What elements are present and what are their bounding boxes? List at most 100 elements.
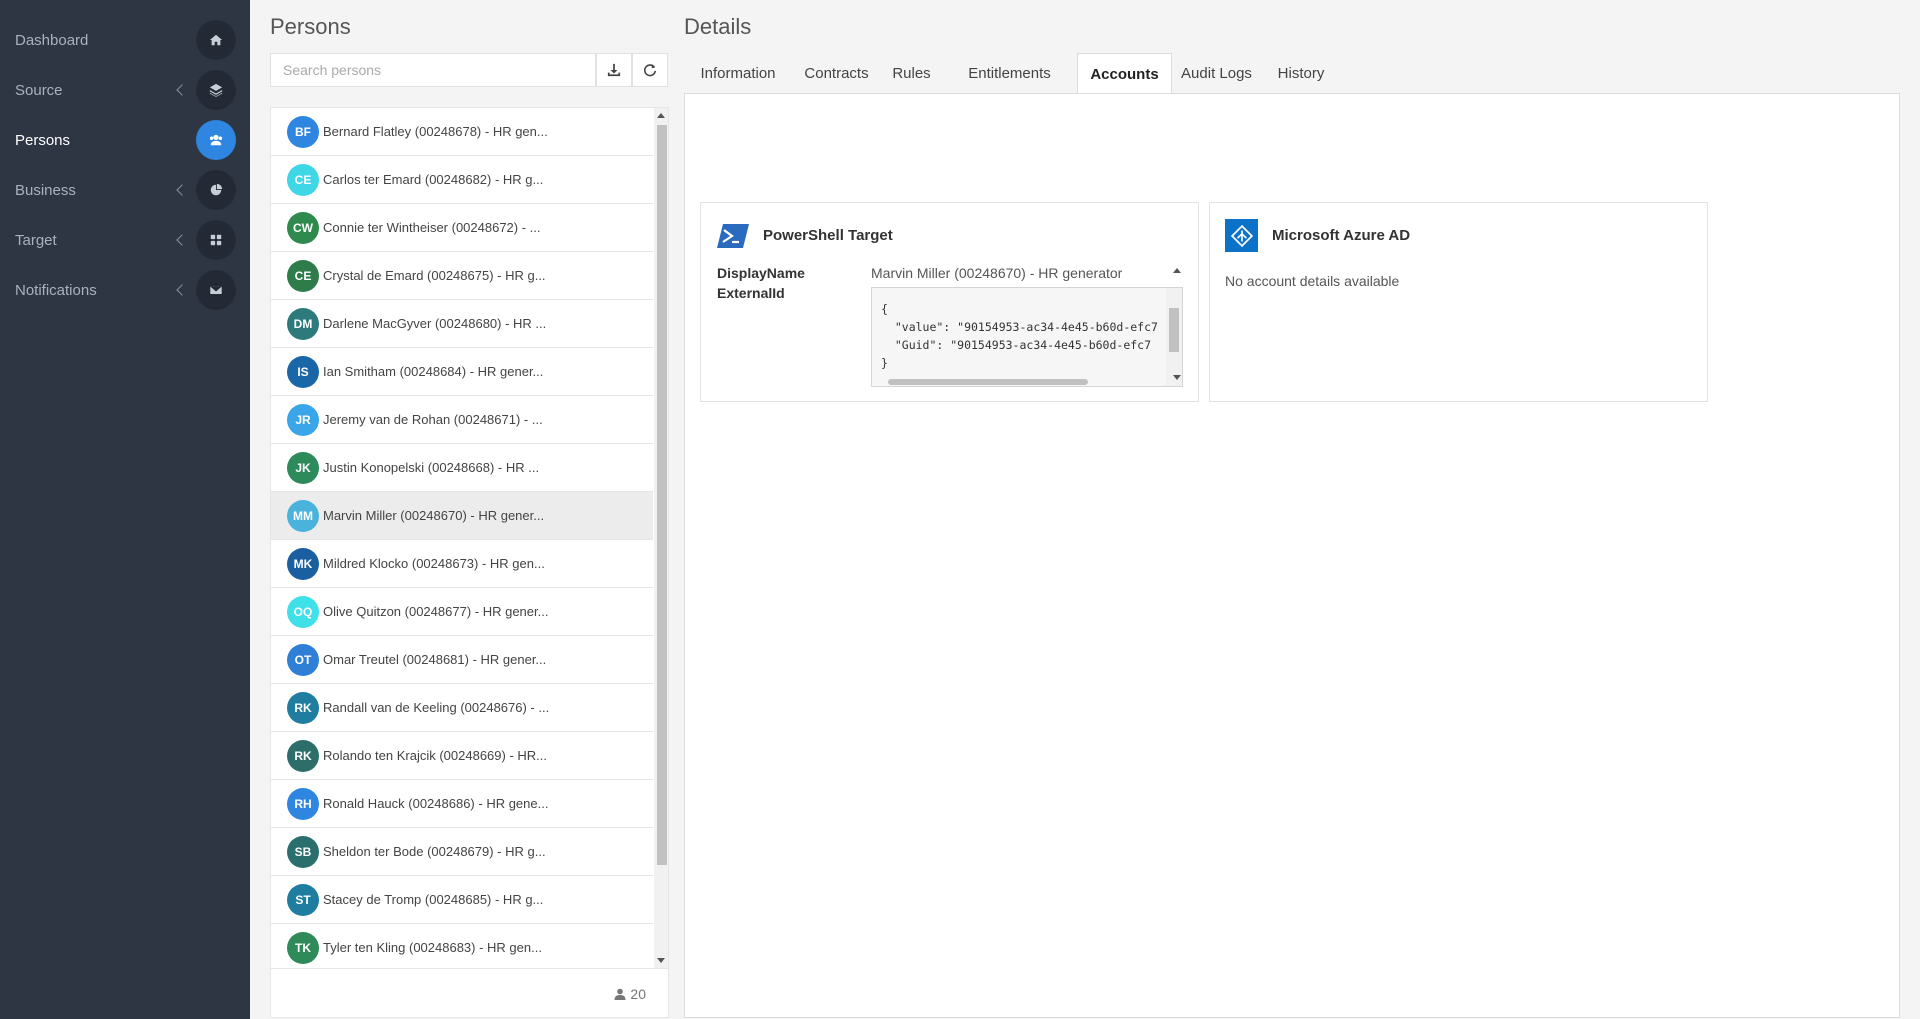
tab-entitlements[interactable]: Entitlements (942, 53, 1077, 94)
person-name: Tyler ten Kling (00248683) - HR gen... (323, 940, 542, 955)
user-icon (614, 988, 626, 1000)
person-row[interactable]: CE Crystal de Emard (00248675) - HR g... (271, 252, 653, 300)
details-panel: PowerShell Target DisplayName ExternalId… (684, 93, 1900, 1018)
person-row[interactable]: JR Jeremy van de Rohan (00248671) - ... (271, 396, 653, 444)
avatar: SB (287, 835, 319, 868)
chevron-left-icon (176, 84, 188, 96)
nav-persons[interactable]: Persons (0, 115, 250, 165)
chevron-left-icon (176, 184, 188, 196)
person-name: Bernard Flatley (00248678) - HR gen... (323, 124, 548, 139)
azure-ad-card: Microsoft Azure AD No account details av… (1209, 202, 1708, 402)
person-row[interactable]: DM Darlene MacGyver (00248680) - HR ... (271, 300, 653, 348)
externalid-json: { "value": "90154953-ac34-4e45-b60d-efc7… (881, 302, 1158, 370)
tab-history[interactable]: History (1261, 53, 1341, 94)
sidebar: Dashboard Source Persons Business Target… (0, 0, 250, 1019)
person-row[interactable]: IS Ian Smitham (00248684) - HR gener... (271, 348, 653, 396)
person-row[interactable]: MM Marvin Miller (00248670) - HR gener... (271, 492, 653, 540)
person-name: Ronald Hauck (00248686) - HR gene... (323, 796, 549, 811)
nav-source[interactable]: Source (0, 65, 250, 115)
tab-information[interactable]: Information (684, 53, 792, 94)
avatar: RK (287, 691, 319, 724)
refresh-button[interactable] (632, 53, 668, 87)
nav-business[interactable]: Business (0, 165, 250, 215)
grid-icon (196, 220, 236, 260)
avatar: BF (287, 115, 319, 148)
field-scroll-up-arrow[interactable] (1173, 268, 1181, 273)
no-account-details-message: No account details available (1225, 273, 1400, 289)
avatar: JR (287, 403, 319, 436)
person-row[interactable]: RH Ronald Hauck (00248686) - HR gene... (271, 780, 653, 828)
scroll-down-arrow[interactable] (657, 958, 665, 963)
person-row[interactable]: TK Tyler ten Kling (00248683) - HR gen... (271, 924, 653, 968)
person-list: BF Bernard Flatley (00248678) - HR gen...… (271, 108, 653, 968)
persons-title: Persons (270, 14, 351, 39)
externalid-code-box[interactable]: { "value": "90154953-ac34-4e45-b60d-efc7… (871, 287, 1183, 387)
powershell-card-title: PowerShell Target (763, 227, 893, 244)
person-row[interactable]: CW Connie ter Wintheiser (00248672) - ... (271, 204, 653, 252)
avatar: CE (287, 259, 319, 292)
nav-dashboard-label: Dashboard (15, 31, 89, 49)
person-name: Crystal de Emard (00248675) - HR g... (323, 268, 546, 283)
person-row[interactable]: ST Stacey de Tromp (00248685) - HR g... (271, 876, 653, 924)
details-title: Details (684, 14, 752, 39)
nav-persons-label: Persons (15, 131, 71, 149)
person-row[interactable]: OQ Olive Quitzon (00248677) - HR gener... (271, 588, 653, 636)
avatar: MM (287, 499, 319, 532)
nav-dashboard[interactable]: Dashboard (0, 15, 250, 65)
externalid-vscroll-thumb[interactable] (1169, 308, 1179, 352)
person-row[interactable]: MK Mildred Klocko (00248673) - HR gen... (271, 540, 653, 588)
avatar: OT (287, 643, 319, 676)
person-row[interactable]: OT Omar Treutel (00248681) - HR gener... (271, 636, 653, 684)
person-row[interactable]: SB Sheldon ter Bode (00248679) - HR g... (271, 828, 653, 876)
person-name: Sheldon ter Bode (00248679) - HR g... (323, 844, 546, 859)
person-row[interactable]: CE Carlos ter Emard (00248682) - HR g... (271, 156, 653, 204)
search-box (270, 53, 596, 87)
avatar: CW (287, 211, 319, 244)
person-row[interactable]: BF Bernard Flatley (00248678) - HR gen... (271, 108, 653, 156)
download-button[interactable] (596, 53, 632, 87)
person-row[interactable]: JK Justin Konopelski (00248668) - HR ... (271, 444, 653, 492)
azure-card-title: Microsoft Azure AD (1272, 227, 1411, 244)
person-name: Rolando ten Krajcik (00248669) - HR... (323, 748, 548, 763)
person-name: Darlene MacGyver (00248680) - HR ... (323, 316, 547, 331)
avatar: RK (287, 739, 319, 772)
person-name: Jeremy van de Rohan (00248671) - ... (323, 412, 543, 427)
person-list-panel: BF Bernard Flatley (00248678) - HR gen...… (270, 107, 669, 1018)
nav-business-label: Business (15, 181, 76, 199)
layers-icon (196, 70, 236, 110)
field-scroll-down-arrow[interactable] (1173, 375, 1181, 380)
avatar: JK (287, 451, 319, 484)
nav-target[interactable]: Target (0, 215, 250, 265)
search-persons-input[interactable] (271, 54, 595, 86)
users-icon (196, 120, 236, 160)
avatar: CE (287, 163, 319, 196)
chevron-left-icon (176, 234, 188, 246)
refresh-icon (644, 63, 657, 77)
externalid-label: ExternalId (717, 285, 785, 301)
details-tabs: Information Contracts Rules Entitlements Acc… (684, 53, 1899, 95)
person-name: Olive Quitzon (00248677) - HR gener... (323, 604, 549, 619)
chevron-left-icon (176, 284, 188, 296)
nav-target-label: Target (15, 231, 57, 249)
nav-notifications[interactable]: Notifications (0, 265, 250, 315)
tab-contracts[interactable]: Contracts (792, 53, 881, 94)
person-count-wrap: 20 (614, 986, 646, 1002)
person-list-scroll-thumb[interactable] (657, 125, 667, 865)
powershell-icon (717, 224, 749, 248)
powershell-target-card: PowerShell Target DisplayName ExternalId… (700, 202, 1199, 402)
tab-audit-logs[interactable]: Audit Logs (1172, 53, 1261, 94)
envelope-icon (196, 270, 236, 310)
pie-chart-icon (196, 170, 236, 210)
person-row[interactable]: RK Randall van de Keeling (00248676) - ..… (271, 684, 653, 732)
tab-rules[interactable]: Rules (881, 53, 942, 94)
avatar: TK (287, 931, 319, 964)
tab-accounts[interactable]: Accounts (1077, 53, 1172, 95)
displayname-value: Marvin Miller (00248670) - HR generator (871, 265, 1123, 281)
person-name: Randall van de Keeling (00248676) - ... (323, 700, 550, 715)
externalid-hscroll-thumb[interactable] (888, 379, 1088, 385)
person-row[interactable]: RK Rolando ten Krajcik (00248669) - HR... (271, 732, 653, 780)
avatar: RH (287, 787, 319, 820)
scroll-up-arrow[interactable] (657, 113, 665, 118)
avatar: IS (287, 355, 319, 388)
displayname-label: DisplayName (717, 265, 805, 281)
